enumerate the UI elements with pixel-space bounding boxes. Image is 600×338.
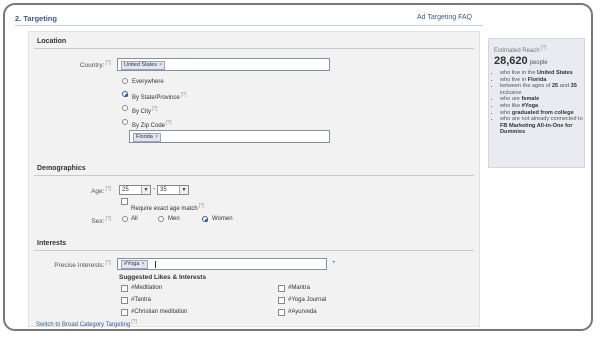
suggested-item: #Ayurveda bbox=[288, 309, 317, 315]
radio-sex-all[interactable] bbox=[122, 216, 128, 222]
state-token: Florida × bbox=[133, 133, 162, 142]
reach-count: 28,620 people bbox=[494, 55, 548, 67]
estimated-reach-panel: Estimated Reach[?] 28,620 people who liv… bbox=[488, 38, 585, 168]
age-label: Age:[?] bbox=[91, 186, 111, 196]
demographics-heading: Demographics bbox=[37, 165, 86, 172]
help-icon[interactable]: [?] bbox=[541, 45, 547, 51]
interest-token: #Yoga × bbox=[121, 260, 148, 269]
section-title: 2. Targeting bbox=[15, 14, 57, 23]
suggested-checkbox[interactable] bbox=[121, 309, 128, 316]
suggested-item: #Yoga Journal bbox=[288, 297, 327, 303]
state-input[interactable]: Florida × bbox=[129, 130, 330, 143]
ad-targeting-faq-link[interactable]: Ad Targeting FAQ bbox=[417, 14, 472, 21]
suggested-checkbox[interactable] bbox=[278, 285, 285, 292]
help-icon[interactable]: [?] bbox=[131, 319, 137, 325]
switch-broad-targeting[interactable]: Switch to Broad Category Targeting[?] bbox=[36, 319, 137, 328]
help-icon[interactable]: [?] bbox=[105, 216, 111, 222]
targeting-panel: Location Country:[?] United States × Ever… bbox=[28, 31, 480, 328]
radio-by-city[interactable] bbox=[122, 105, 128, 111]
header-divider bbox=[15, 25, 483, 26]
sex-label: Sex:[?] bbox=[91, 216, 111, 226]
help-icon[interactable]: [?] bbox=[166, 120, 172, 126]
suggested-item: #Meditation bbox=[131, 285, 163, 291]
reach-criterion: who are female bbox=[500, 96, 583, 103]
suggested-checkbox[interactable] bbox=[278, 297, 285, 304]
chevron-down-icon[interactable]: ▼ bbox=[179, 186, 188, 194]
help-icon[interactable]: [?] bbox=[105, 60, 111, 66]
suggested-item: #Tantra bbox=[131, 297, 152, 303]
option-by-state-label: By State/Province[?] bbox=[132, 92, 187, 101]
add-interest-icon[interactable]: + bbox=[332, 260, 336, 266]
radio-everywhere[interactable] bbox=[122, 78, 128, 84]
radio-icon[interactable] bbox=[122, 78, 128, 84]
help-icon[interactable]: [?] bbox=[105, 260, 111, 266]
chevron-down-icon[interactable]: ▼ bbox=[141, 186, 150, 194]
suggested-checkbox[interactable] bbox=[278, 309, 285, 316]
remove-token-icon[interactable]: × bbox=[159, 62, 162, 68]
suggested-checkbox[interactable] bbox=[121, 297, 128, 304]
reach-criterion: who are not already connected to FB Mark… bbox=[500, 116, 583, 136]
suggested-heading: Suggested Likes & Interests bbox=[119, 274, 207, 281]
age-max-select[interactable]: 35 ▼ bbox=[157, 185, 189, 195]
radio-icon[interactable] bbox=[122, 216, 128, 222]
radio-selected-icon[interactable] bbox=[122, 91, 128, 97]
radio-icon[interactable] bbox=[158, 216, 164, 222]
screenshot-frame: 2. Targeting Ad Targeting FAQ Location C… bbox=[3, 3, 593, 331]
suggested-item: #Christian meditation bbox=[131, 309, 188, 315]
help-icon[interactable]: [?] bbox=[199, 203, 205, 209]
reach-criterion: who graduated from college bbox=[500, 110, 583, 117]
sex-all-label: All bbox=[131, 216, 138, 222]
option-by-zip-label: By Zip Code[?] bbox=[132, 120, 172, 129]
help-icon[interactable]: [?] bbox=[105, 186, 111, 192]
help-icon[interactable]: [?] bbox=[152, 106, 158, 112]
radio-by-state[interactable] bbox=[122, 91, 128, 97]
country-label: Country:[?] bbox=[79, 60, 111, 70]
sex-women-label: Women bbox=[212, 216, 233, 222]
option-everywhere-label: Everywhere bbox=[132, 79, 164, 85]
radio-sex-women[interactable] bbox=[202, 216, 208, 222]
location-heading: Location bbox=[37, 38, 67, 45]
age-min-select[interactable]: 25 ▼ bbox=[119, 185, 151, 195]
reach-criterion: who live in the United States bbox=[500, 70, 583, 77]
option-by-city-label: By City[?] bbox=[132, 106, 158, 115]
sex-men-label: Men bbox=[168, 216, 180, 222]
exact-age-checkbox[interactable] bbox=[121, 198, 128, 205]
interests-divider bbox=[34, 250, 474, 251]
country-input[interactable]: United States × bbox=[117, 58, 330, 71]
estimated-reach-label: Estimated Reach[?] bbox=[494, 45, 547, 54]
precise-interests-input[interactable]: #Yoga × bbox=[117, 258, 327, 270]
precise-interests-label: Precise Interests:[?] bbox=[54, 260, 111, 270]
exact-age-label: Require exact age match[?] bbox=[131, 203, 205, 212]
reach-criterion: who like #Yoga bbox=[500, 103, 583, 110]
suggested-checkbox[interactable] bbox=[121, 285, 128, 292]
remove-token-icon[interactable]: × bbox=[141, 261, 144, 267]
suggested-item: #Mantra bbox=[288, 285, 311, 291]
text-cursor bbox=[155, 261, 156, 268]
location-divider bbox=[34, 48, 474, 49]
radio-sex-men[interactable] bbox=[158, 216, 164, 222]
interests-heading: Interests bbox=[37, 240, 67, 247]
radio-by-zip[interactable] bbox=[122, 119, 128, 125]
radio-icon[interactable] bbox=[122, 105, 128, 111]
age-range-dash: - bbox=[153, 186, 155, 192]
country-token: United States × bbox=[121, 61, 166, 70]
reach-criteria-list: who live in the United States who live i… bbox=[491, 70, 583, 136]
help-icon[interactable]: [?] bbox=[181, 92, 187, 98]
radio-icon[interactable] bbox=[122, 119, 128, 125]
demographics-divider bbox=[34, 175, 474, 176]
remove-token-icon[interactable]: × bbox=[155, 134, 158, 140]
reach-criterion: who live in Florida bbox=[500, 77, 583, 84]
radio-selected-icon[interactable] bbox=[202, 216, 208, 222]
reach-criterion: between the ages of 25 and 35 inclusive bbox=[500, 83, 583, 96]
